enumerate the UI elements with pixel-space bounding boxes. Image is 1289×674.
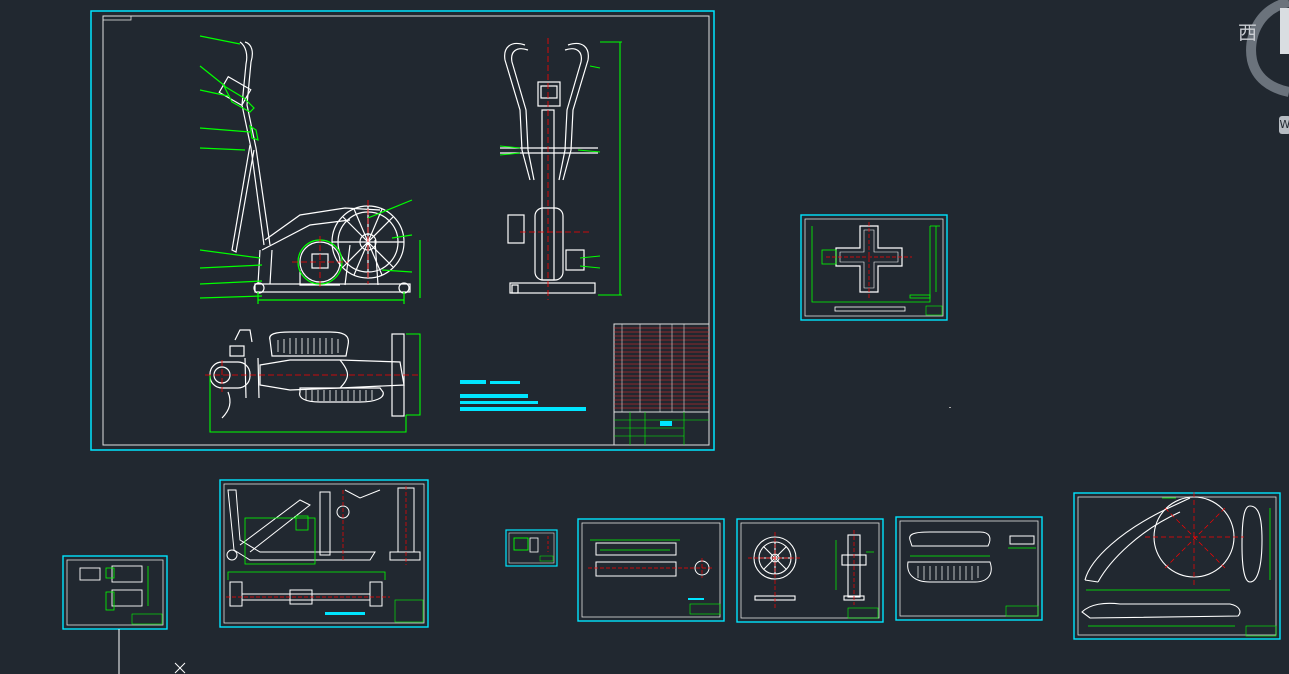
technical-notes [460, 380, 586, 411]
top-view-dimensions [209, 333, 421, 433]
parts-list-table[interactable] [613, 323, 710, 413]
side-view-highlight [199, 35, 421, 304]
ucs-cross-icon [174, 662, 186, 674]
left-bottom-sheet[interactable] [62, 555, 168, 674]
main-assembly-sheet[interactable] [90, 10, 715, 451]
front-view [500, 42, 598, 294]
viewcube-edge-label[interactable]: W [1279, 116, 1289, 134]
pedal-sheet[interactable] [895, 516, 1043, 621]
shaft-sheet[interactable] [577, 518, 725, 622]
top-view-centerlines [205, 360, 420, 392]
top-view [209, 329, 405, 419]
frame-part-sheet[interactable] [219, 479, 429, 628]
guard-sheet[interactable] [1073, 492, 1281, 640]
cross-base-sheet[interactable] [800, 214, 948, 321]
drawing-canvas[interactable] [0, 0, 1289, 674]
small-part-sheet[interactable] [505, 529, 558, 567]
title-block[interactable] [613, 411, 710, 446]
front-view-centerlines [520, 38, 590, 300]
top-view-grille [277, 338, 373, 401]
side-view [218, 41, 411, 294]
viewcube-direction-label[interactable]: 西 [1238, 18, 1257, 45]
flywheel-sheet[interactable] [736, 518, 884, 623]
